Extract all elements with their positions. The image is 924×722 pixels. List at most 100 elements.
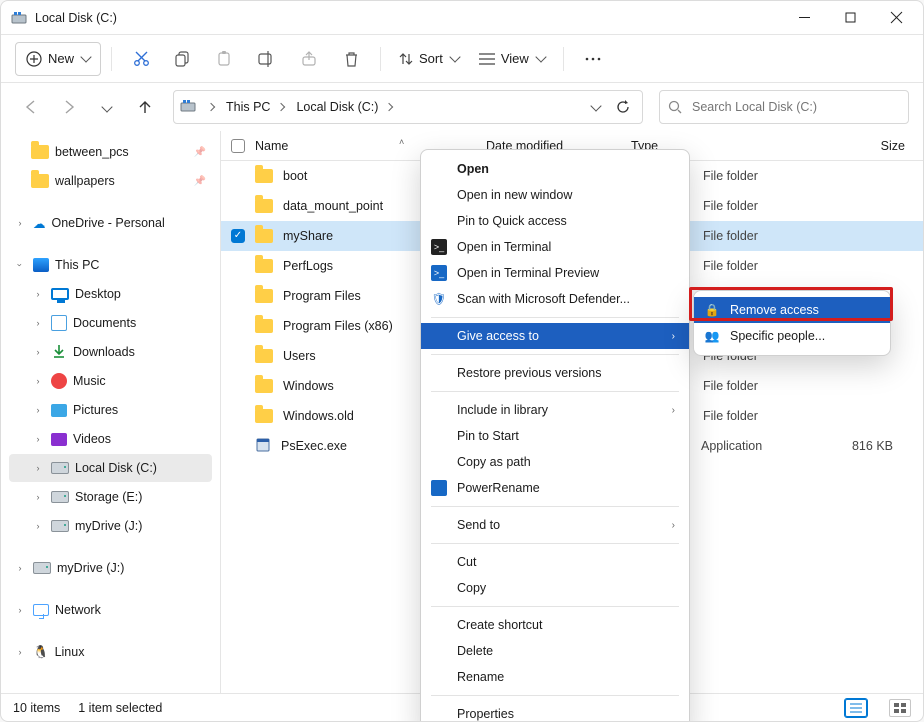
pictures-icon	[51, 404, 67, 417]
ctx-copy[interactable]: Copy	[421, 575, 689, 601]
ctx-open-terminal-preview[interactable]: >_Open in Terminal Preview	[421, 260, 689, 286]
breadcrumb[interactable]: This PC	[222, 98, 288, 116]
row-checkbox[interactable]	[231, 229, 245, 243]
icons-view-button[interactable]	[889, 699, 911, 717]
ctx-restore-previous[interactable]: Restore previous versions	[421, 360, 689, 386]
ctx-create-shortcut[interactable]: Create shortcut	[421, 612, 689, 638]
sidebar-item-desktop[interactable]: ›Desktop	[9, 280, 212, 308]
file-size: 816 KB	[821, 439, 923, 453]
sidebar-item-mydrive-j2[interactable]: ›myDrive (J:)	[9, 554, 212, 582]
row-checkbox[interactable]	[231, 169, 245, 183]
ctx-send-to[interactable]: Send to›	[421, 512, 689, 538]
rename-icon	[258, 51, 276, 67]
view-icon	[479, 53, 495, 65]
file-type: File folder	[703, 169, 813, 183]
ctx-give-access-to[interactable]: Give access to›	[421, 323, 689, 349]
sidebar-item-quick[interactable]: between_pcs📌	[9, 138, 212, 166]
submenu-remove-access[interactable]: 🔒Remove access	[694, 297, 890, 323]
ctx-scan-defender[interactable]: 🛡Scan with Microsoft Defender...	[421, 286, 689, 312]
minimize-button[interactable]	[781, 1, 827, 34]
maximize-button[interactable]	[827, 1, 873, 34]
row-checkbox[interactable]	[231, 349, 245, 363]
back-button[interactable]	[15, 91, 47, 123]
paste-button[interactable]	[206, 42, 244, 76]
ctx-pin-start[interactable]: Pin to Start	[421, 423, 689, 449]
ctx-pin-quick-access[interactable]: Pin to Quick access	[421, 208, 689, 234]
sidebar-item-storage-e[interactable]: ›Storage (E:)	[9, 483, 212, 511]
drive-icon	[51, 520, 69, 532]
status-count: 10 items	[13, 701, 60, 715]
forward-button[interactable]	[53, 91, 85, 123]
address-bar[interactable]: This PC Local Disk (C:)	[173, 90, 643, 124]
search-input[interactable]	[690, 99, 900, 115]
sidebar-item-downloads[interactable]: ›Downloads	[9, 338, 212, 366]
cut-button[interactable]	[122, 42, 160, 76]
sidebar-item-quick[interactable]: wallpapers📌	[9, 167, 212, 195]
details-view-button[interactable]	[845, 699, 867, 717]
ctx-open-terminal[interactable]: >_Open in Terminal	[421, 234, 689, 260]
close-button[interactable]	[873, 1, 919, 34]
shield-icon: 🛡	[431, 291, 447, 307]
sidebar-item-mydrive-j[interactable]: ›myDrive (J:)	[9, 512, 212, 540]
drive-icon	[51, 491, 69, 503]
chevron-down-icon	[535, 51, 546, 62]
row-checkbox[interactable]	[231, 199, 245, 213]
pin-icon: 📌	[194, 147, 206, 158]
sort-button[interactable]: Sort	[391, 42, 467, 76]
ctx-copy-path[interactable]: Copy as path	[421, 449, 689, 475]
folder-icon	[255, 379, 273, 393]
sidebar-item-music[interactable]: ›Music	[9, 367, 212, 395]
breadcrumb[interactable]	[200, 102, 218, 112]
ctx-delete[interactable]: Delete	[421, 638, 689, 664]
powerrename-icon	[431, 480, 447, 496]
sidebar-item-documents[interactable]: ›Documents	[9, 309, 212, 337]
ctx-include-library[interactable]: Include in library›	[421, 397, 689, 423]
sidebar-item-linux[interactable]: ›🐧Linux	[9, 638, 212, 666]
sidebar-item-videos[interactable]: ›Videos	[9, 425, 212, 453]
ctx-powerrename[interactable]: PowerRename	[421, 475, 689, 501]
download-icon	[51, 343, 67, 362]
desktop-icon	[51, 288, 69, 300]
select-all-checkbox[interactable]	[231, 139, 245, 153]
row-checkbox[interactable]	[231, 259, 245, 273]
new-button[interactable]: New	[15, 42, 101, 76]
submenu-specific-people[interactable]: 👥Specific people...	[694, 323, 890, 349]
refresh-button[interactable]	[610, 94, 636, 120]
ctx-open-new-window[interactable]: Open in new window	[421, 182, 689, 208]
more-button[interactable]	[574, 42, 612, 76]
pc-icon	[33, 258, 49, 272]
delete-button[interactable]	[332, 42, 370, 76]
row-checkbox[interactable]	[231, 319, 245, 333]
row-checkbox[interactable]	[231, 379, 245, 393]
folder-icon	[31, 145, 49, 159]
chevron-down-icon	[449, 51, 460, 62]
rename-button[interactable]	[248, 42, 286, 76]
up-button[interactable]	[129, 91, 161, 123]
address-dropdown[interactable]	[582, 94, 608, 120]
sidebar-item-network[interactable]: ›Network	[9, 596, 212, 624]
row-checkbox[interactable]	[231, 289, 245, 303]
sidebar-item-pictures[interactable]: ›Pictures	[9, 396, 212, 424]
search-box[interactable]	[659, 90, 909, 124]
ctx-open[interactable]: Open	[421, 156, 689, 182]
recent-button[interactable]	[91, 91, 123, 123]
col-size[interactable]: Size	[833, 139, 923, 153]
breadcrumb[interactable]: Local Disk (C:)	[292, 98, 396, 116]
share-button[interactable]	[290, 42, 328, 76]
sidebar-item-onedrive[interactable]: ›☁OneDrive - Personal	[9, 209, 212, 237]
ctx-properties[interactable]: Properties	[421, 701, 689, 722]
sidebar-item-thispc[interactable]: ›This PC	[9, 251, 212, 279]
ctx-cut[interactable]: Cut	[421, 549, 689, 575]
title-bar: Local Disk (C:)	[1, 1, 923, 35]
row-checkbox[interactable]	[231, 439, 245, 453]
view-button[interactable]: View	[471, 42, 553, 76]
sidebar-item-local-disk-c[interactable]: ›Local Disk (C:)	[9, 454, 212, 482]
trash-icon	[344, 51, 359, 67]
ellipsis-icon	[584, 56, 602, 62]
ctx-rename[interactable]: Rename	[421, 664, 689, 690]
file-type: Application	[701, 439, 811, 453]
people-icon: 👥	[704, 328, 720, 344]
row-checkbox[interactable]	[231, 409, 245, 423]
nav-row: This PC Local Disk (C:)	[1, 83, 923, 131]
copy-button[interactable]	[164, 42, 202, 76]
